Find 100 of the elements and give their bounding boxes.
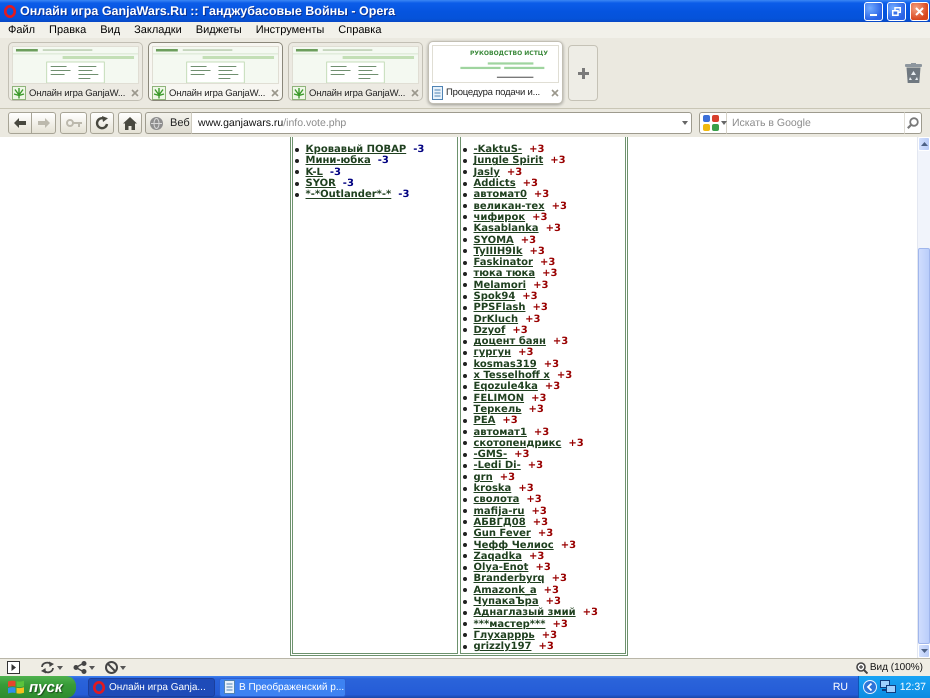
close-icon[interactable] <box>551 88 559 96</box>
close-button[interactable] <box>910 2 929 20</box>
menu-item[interactable]: Инструменты <box>256 23 324 37</box>
player-link[interactable]: -GMS- <box>474 449 508 460</box>
player-link[interactable]: TyIIIH9Ik <box>474 246 523 257</box>
menu-item[interactable]: Закладки <box>134 23 182 37</box>
player-link[interactable]: АБВГД08 <box>474 516 526 528</box>
vertical-scrollbar[interactable] <box>917 137 930 658</box>
player-link[interactable]: x Tesselhoff x <box>474 370 550 382</box>
player-link[interactable]: kroska <box>474 483 512 494</box>
player-link[interactable]: Spok94 <box>474 291 516 302</box>
player-link[interactable]: Amazonk_a <box>474 584 537 596</box>
player-link[interactable]: Мини-юбка <box>306 155 371 166</box>
player-link[interactable]: Dzyof <box>474 324 506 336</box>
player-link[interactable]: Branderbyrq <box>474 573 545 584</box>
menu-item[interactable]: Виджеты <box>196 23 242 37</box>
player-link[interactable]: DrKluch <box>474 314 518 325</box>
menu-item[interactable]: Файл <box>8 23 36 37</box>
bullet-icon <box>462 588 466 592</box>
browser-tab[interactable]: Онлайн игра GanjaW... <box>288 42 423 101</box>
close-icon[interactable] <box>411 89 419 97</box>
player-link[interactable]: -Ledi Di- <box>474 460 521 472</box>
site-info-button[interactable]: Веб <box>145 112 192 134</box>
player-link[interactable]: *-*Outlander*-* <box>306 189 392 200</box>
player-link[interactable]: Olya-Enot <box>474 562 528 574</box>
player-link[interactable]: grizzly197 <box>474 641 532 652</box>
player-link[interactable]: Faskinator <box>474 257 533 268</box>
panel-toggle-button[interactable] <box>5 660 22 676</box>
computers-icon[interactable] <box>880 680 896 694</box>
player-link[interactable]: FELIMON <box>474 392 524 404</box>
player-link[interactable]: Jungle Spirit <box>474 155 544 166</box>
browser-tab[interactable]: Онлайн игра GanjaW... <box>148 42 283 101</box>
zoom-button[interactable]: Вид (100%) <box>854 660 925 676</box>
player-link[interactable]: скотопендрикс <box>474 438 562 449</box>
player-link[interactable]: ***мастер*** <box>474 618 546 630</box>
player-link[interactable]: K-L <box>306 166 323 178</box>
bullet-icon <box>294 170 298 174</box>
player-link[interactable]: Addicts <box>474 178 516 190</box>
player-link[interactable]: великан-тех <box>474 200 545 212</box>
player-link[interactable]: kosmas319 <box>474 358 537 370</box>
player-link[interactable]: -KaktuS- <box>474 144 522 156</box>
taskbar-button[interactable]: В Преображенский р... <box>219 678 346 696</box>
content-block-button[interactable] <box>103 660 128 676</box>
search-button[interactable] <box>904 112 922 134</box>
restore-button[interactable] <box>887 2 906 20</box>
scroll-up-button[interactable] <box>918 137 930 151</box>
share-button[interactable] <box>71 660 97 676</box>
taskbar-button[interactable]: Онлайн игра Ganja... <box>88 678 215 696</box>
scroll-down-button[interactable] <box>918 644 930 658</box>
menu-item[interactable]: Справка <box>338 23 382 37</box>
player-link[interactable]: PEA <box>474 415 496 426</box>
search-field[interactable]: Искать в Google <box>727 112 904 134</box>
player-link[interactable]: тюка тюка <box>474 268 536 280</box>
player-link[interactable]: Eqozule4ka <box>474 381 538 392</box>
player-link[interactable]: Zaqadka <box>474 550 522 562</box>
player-link[interactable]: Теркель <box>474 404 522 415</box>
player-link[interactable]: PPSFlash <box>474 302 526 314</box>
trash-icon[interactable] <box>905 63 922 83</box>
browser-tab[interactable]: Онлайн игра GanjaW... <box>8 42 143 101</box>
player-link[interactable]: Кровавый ПОВАР <box>306 144 406 156</box>
start-button[interactable]: пуск <box>0 676 76 698</box>
reload-button[interactable] <box>90 112 114 134</box>
minimize-button[interactable] <box>864 2 883 20</box>
address-field[interactable]: www.ganjawars.ru/info.vote.php <box>192 112 679 134</box>
player-link[interactable]: гургун <box>474 347 512 358</box>
bullet-icon <box>462 407 466 412</box>
back-button[interactable] <box>8 112 32 134</box>
search-engine-button[interactable] <box>699 112 727 134</box>
close-icon[interactable] <box>271 89 279 97</box>
scroll-thumb[interactable] <box>918 248 930 644</box>
player-link[interactable]: Чефф Челиос <box>474 540 554 551</box>
player-link[interactable]: SYOMA <box>474 234 514 246</box>
player-link[interactable]: доцент баян <box>474 336 546 348</box>
vote-score: +3 <box>528 404 544 415</box>
player-link[interactable]: Глухарррь <box>474 630 535 641</box>
caret-icon <box>57 666 63 670</box>
player-link[interactable]: ЧупакаЪра <box>474 596 539 608</box>
player-link[interactable]: Gun Fever <box>474 528 531 540</box>
menu-item[interactable]: Правка <box>49 23 86 37</box>
vote-score: +3 <box>552 336 568 348</box>
player-link[interactable]: автомат1 <box>474 426 527 438</box>
player-link[interactable]: grn <box>474 472 493 483</box>
language-indicator[interactable]: RU <box>832 681 848 693</box>
player-link[interactable]: Аднаглазый змий <box>474 607 576 618</box>
new-tab-button[interactable] <box>568 45 598 101</box>
close-icon[interactable] <box>131 89 139 97</box>
player-link[interactable]: сволота <box>474 494 520 506</box>
chevron-icon[interactable] <box>863 680 877 694</box>
player-link[interactable]: Jasly <box>474 166 500 178</box>
home-button[interactable] <box>118 112 142 134</box>
player-link[interactable]: чифирок <box>474 212 526 223</box>
menu-item[interactable]: Вид <box>100 23 120 37</box>
sync-button[interactable] <box>38 660 65 676</box>
player-link[interactable]: Melamori <box>474 280 526 291</box>
player-link[interactable]: Kasablanka <box>474 223 539 234</box>
address-dropdown-button[interactable] <box>679 112 692 134</box>
player-link[interactable]: SYOR <box>306 178 336 190</box>
bullet-icon <box>462 374 466 378</box>
player-link[interactable]: автомат0 <box>474 189 527 200</box>
player-link[interactable]: mafija-ru <box>474 506 524 517</box>
